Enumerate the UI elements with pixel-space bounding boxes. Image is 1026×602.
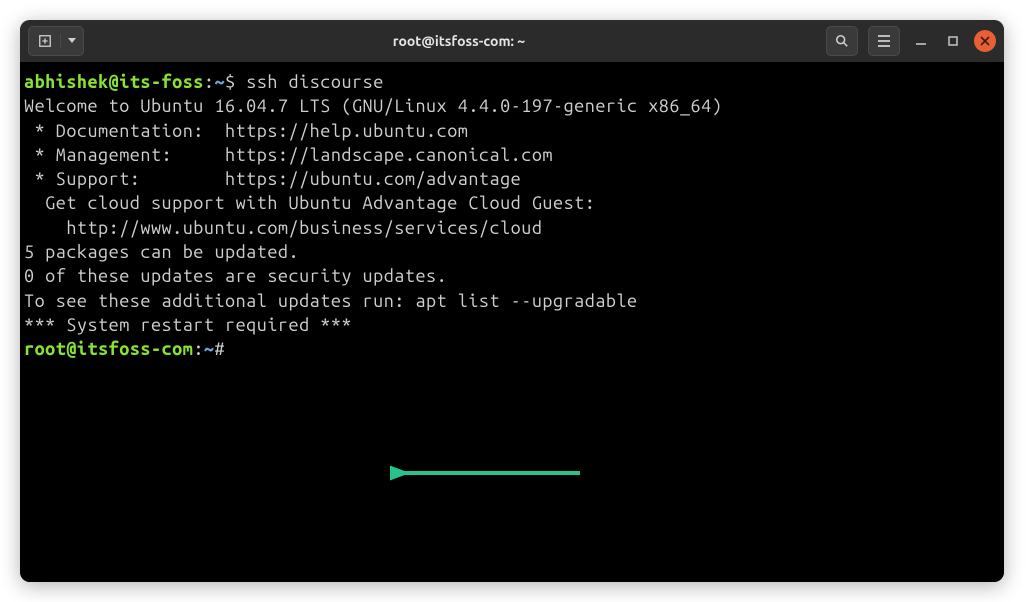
close-button[interactable] — [974, 30, 996, 52]
menu-button[interactable] — [868, 26, 900, 56]
prompt-user: abhishek — [24, 72, 109, 92]
prompt-at: @ — [109, 72, 120, 92]
maximize-button[interactable] — [942, 30, 964, 52]
prompt-symbol: # — [215, 339, 226, 359]
prompt-line-1: abhishek@its-foss:~$ ssh discourse — [24, 70, 1000, 94]
prompt-path: ~ — [204, 339, 215, 359]
prompt-at: @ — [66, 339, 77, 359]
annotation-arrow — [390, 460, 590, 486]
motd-documentation: * Documentation: https://help.ubuntu.com — [24, 119, 1000, 143]
motd-support: * Support: https://ubuntu.com/advantage — [24, 167, 1000, 191]
minimize-button[interactable] — [910, 30, 932, 52]
motd-restart-required: *** System restart required *** — [24, 313, 1000, 337]
motd-management: * Management: https://landscape.canonica… — [24, 143, 1000, 167]
terminal-body[interactable]: abhishek@its-foss:~$ ssh discourse Welco… — [20, 62, 1004, 582]
titlebar-controls — [826, 26, 996, 56]
prompt-line-2: root@itsfoss-com:~# — [24, 337, 1000, 361]
titlebar: root@itsfoss-com: ~ — [20, 20, 1004, 62]
prompt-host: itsfoss-com — [77, 339, 193, 359]
motd-cloud-2: http://www.ubuntu.com/business/services/… — [24, 216, 1000, 240]
prompt-user: root — [24, 339, 66, 359]
prompt-path: ~ — [214, 72, 225, 92]
prompt-symbol: $ — [225, 72, 246, 92]
motd-packages-3: To see these additional updates run: apt… — [24, 289, 1000, 313]
window-title: root@itsfoss-com: ~ — [92, 33, 826, 49]
terminal-window: root@itsfoss-com: ~ — [20, 20, 1004, 582]
command-text: ssh discourse — [246, 72, 384, 92]
prompt-colon: : — [204, 72, 215, 92]
new-tab-dropdown-icon[interactable] — [61, 38, 83, 44]
motd-welcome: Welcome to Ubuntu 16.04.7 LTS (GNU/Linux… — [24, 94, 1000, 118]
search-button[interactable] — [826, 26, 858, 56]
motd-packages-1: 5 packages can be updated. — [24, 240, 1000, 264]
motd-packages-2: 0 of these updates are security updates. — [24, 264, 1000, 288]
motd-cloud-1: Get cloud support with Ubuntu Advantage … — [24, 191, 1000, 215]
new-tab-button[interactable] — [28, 26, 84, 56]
prompt-host: its-foss — [119, 72, 204, 92]
prompt-colon: : — [193, 339, 204, 359]
new-tab-icon — [29, 34, 61, 48]
